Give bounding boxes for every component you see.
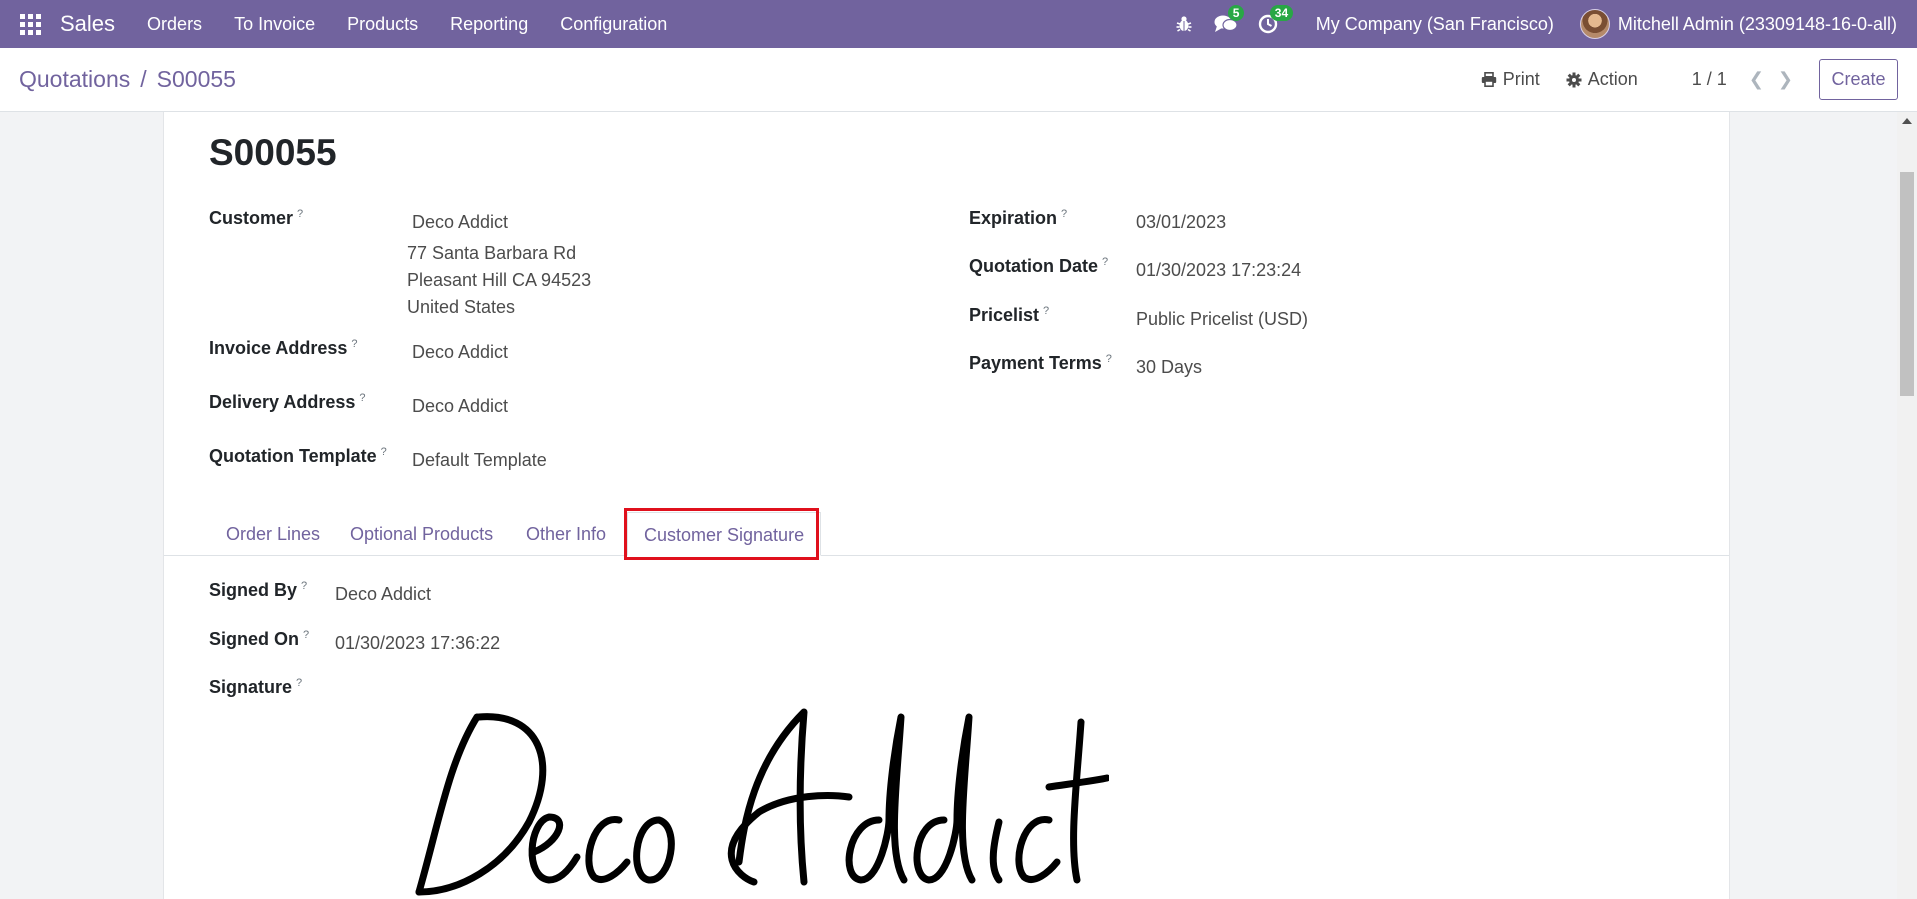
tab-optional-products[interactable]: Optional Products bbox=[350, 512, 493, 556]
invoice-address-label: Invoice Address? bbox=[209, 338, 358, 358]
pricelist-field[interactable]: Public Pricelist (USD) bbox=[1136, 309, 1308, 330]
quotation-template-label: Quotation Template? bbox=[209, 446, 387, 466]
messages-count-badge: 5 bbox=[1227, 5, 1245, 21]
signature-label: Signature? bbox=[209, 677, 303, 697]
gear-icon bbox=[1566, 72, 1582, 87]
customer-address-line1: 77 Santa Barbara Rd bbox=[407, 243, 577, 263]
tab-order-lines[interactable]: Order Lines bbox=[226, 512, 320, 556]
menu-configuration[interactable]: Configuration bbox=[560, 14, 689, 35]
signed-on-field[interactable]: 01/30/2023 17:36:22 bbox=[335, 633, 500, 654]
vertical-scrollbar[interactable] bbox=[1897, 112, 1917, 899]
action-button[interactable]: Action bbox=[1566, 69, 1638, 90]
menu-orders[interactable]: Orders bbox=[147, 14, 224, 35]
breadcrumb-separator: / bbox=[140, 66, 147, 92]
customer-label: Customer? bbox=[209, 208, 304, 228]
record-title: S00055 bbox=[209, 132, 337, 173]
menu-products[interactable]: Products bbox=[347, 14, 440, 35]
payment-terms-field[interactable]: 30 Days bbox=[1136, 357, 1202, 378]
scrollbar-thumb[interactable] bbox=[1900, 172, 1914, 396]
scroll-up-arrow-icon[interactable] bbox=[1902, 118, 1912, 124]
expiration-field[interactable]: 03/01/2023 bbox=[1136, 212, 1226, 233]
breadcrumb-current: S00055 bbox=[156, 66, 236, 92]
quotation-template-field[interactable]: Default Template bbox=[412, 450, 547, 471]
signed-on-label: Signed On? bbox=[209, 629, 310, 649]
print-button[interactable]: Print bbox=[1481, 69, 1540, 90]
tab-highlight-box bbox=[624, 508, 819, 560]
notebook-tabs: Order Lines Optional Products Other Info… bbox=[164, 512, 1729, 556]
signature-image bbox=[415, 708, 1109, 896]
control-panel: Quotations / S00055 Print Action 1 / 1 ❮… bbox=[0, 48, 1917, 112]
apps-menu-icon[interactable] bbox=[0, 0, 60, 48]
user-menu[interactable]: Mitchell Admin (23309148-16-0-all) bbox=[1618, 14, 1897, 35]
menu-to-invoice[interactable]: To Invoice bbox=[234, 14, 337, 35]
quotation-date-label: Quotation Date? bbox=[969, 256, 1109, 276]
messages-icon[interactable]: 5 bbox=[1210, 0, 1245, 48]
pricelist-label: Pricelist? bbox=[969, 305, 1050, 325]
user-avatar[interactable] bbox=[1579, 9, 1610, 39]
delivery-address-label: Delivery Address? bbox=[209, 392, 366, 412]
pager-value[interactable]: 1 / 1 bbox=[1692, 69, 1727, 90]
breadcrumb: Quotations / S00055 bbox=[19, 66, 236, 93]
top-navbar: Sales Orders To Invoice Products Reporti… bbox=[0, 0, 1917, 48]
app-brand[interactable]: Sales bbox=[60, 11, 115, 37]
expiration-label: Expiration? bbox=[969, 208, 1068, 228]
print-icon bbox=[1481, 72, 1496, 87]
activities-count-badge: 34 bbox=[1269, 5, 1294, 21]
breadcrumb-quotations[interactable]: Quotations bbox=[19, 66, 130, 93]
customer-address-line3: United States bbox=[407, 297, 516, 317]
debug-bug-icon[interactable] bbox=[1168, 0, 1200, 48]
invoice-address-field[interactable]: Deco Addict bbox=[412, 342, 508, 363]
pager-next-icon[interactable]: ❯ bbox=[1778, 69, 1793, 90]
activities-clock-icon[interactable]: 34 bbox=[1252, 0, 1294, 48]
company-switcher[interactable]: My Company (San Francisco) bbox=[1316, 14, 1554, 35]
quotation-date-field[interactable]: 01/30/2023 17:23:24 bbox=[1136, 260, 1301, 281]
signed-by-label: Signed By? bbox=[209, 580, 308, 600]
signed-by-field[interactable]: Deco Addict bbox=[335, 584, 431, 605]
pager-previous-icon[interactable]: ❮ bbox=[1749, 69, 1764, 90]
delivery-address-field[interactable]: Deco Addict bbox=[412, 396, 508, 417]
customer-field[interactable]: Deco Addict bbox=[412, 212, 508, 233]
tab-other-info[interactable]: Other Info bbox=[526, 512, 606, 556]
action-label: Action bbox=[1587, 69, 1638, 89]
customer-address-line2: Pleasant Hill CA 94523 bbox=[407, 270, 592, 290]
print-label: Print bbox=[1502, 69, 1540, 89]
menu-reporting[interactable]: Reporting bbox=[450, 14, 550, 35]
payment-terms-label: Payment Terms? bbox=[969, 353, 1112, 373]
form-sheet: S00055 Customer? Deco Addict 77 Santa Ba… bbox=[163, 112, 1730, 899]
create-button[interactable]: Create bbox=[1819, 59, 1898, 100]
